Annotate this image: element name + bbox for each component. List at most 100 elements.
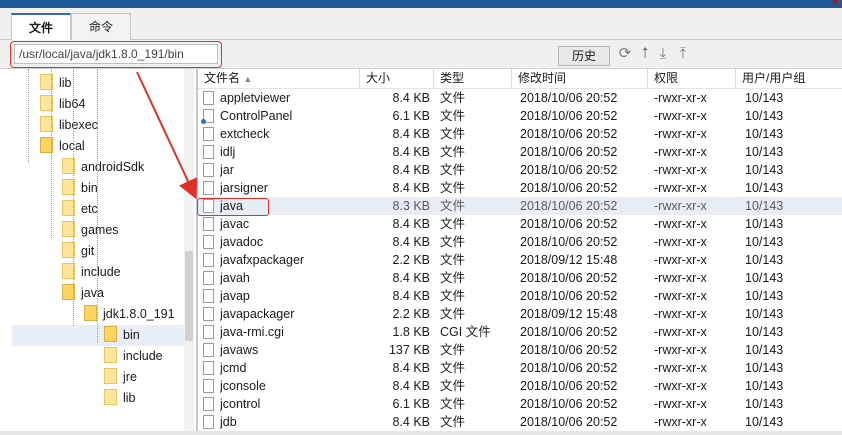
column-header-size[interactable]: 大小: [360, 69, 434, 88]
file-icon: [203, 379, 214, 393]
tree-item-include[interactable]: include: [62, 262, 121, 283]
file-row[interactable]: java 8.3 KB 文件 2018/10/06 20:52 -rwxr-xr-x 10…: [198, 197, 842, 215]
file-size: 1.8 KB: [392, 325, 430, 339]
file-row[interactable]: jarsigner 8.4 KB 文件 2018/10/06 20:52 -rwxr-x…: [198, 179, 842, 197]
file-list: 文件名 ▲ 大小 类型 修改时间 权限 用户/用户组 appletviewer 8…: [198, 69, 842, 431]
file-name: jcontrol: [220, 397, 261, 411]
column-header-type[interactable]: 类型: [434, 69, 512, 88]
file-mtime: 2018/10/06 20:52: [520, 415, 618, 429]
tree-item-bin[interactable]: bin: [62, 178, 98, 199]
file-mtime: 2018/10/06 20:52: [520, 91, 618, 105]
file-name: idlj: [220, 145, 236, 159]
file-type: 文件: [440, 181, 466, 195]
file-mtime: 2018/10/06 20:52: [520, 181, 618, 195]
file-row[interactable]: javah 8.4 KB 文件 2018/10/06 20:52 -rwxr-xr-x 1…: [198, 269, 842, 287]
file-owner: 10/143: [745, 235, 784, 249]
file-perm: -rwxr-xr-x: [654, 397, 707, 411]
file-name: extcheck: [220, 127, 270, 141]
tree-item-games[interactable]: games: [62, 220, 119, 241]
file-icon: [203, 253, 214, 267]
file-size: 8.4 KB: [392, 127, 430, 141]
tree-item-git[interactable]: git: [62, 241, 94, 262]
file-row[interactable]: javadoc 8.4 KB 文件 2018/10/06 20:52 -rwxr-xr-…: [198, 233, 842, 251]
file-name: java-rmi.cgi: [220, 325, 284, 339]
file-row[interactable]: jcmd 8.4 KB 文件 2018/10/06 20:52 -rwxr-xr-x 10…: [198, 359, 842, 377]
file-type: 文件: [440, 199, 466, 213]
tree-item-label: androidSdk: [81, 160, 145, 175]
file-perm: -rwxr-xr-x: [654, 181, 707, 195]
tab-bar: 文件 命令: [0, 8, 842, 41]
file-size: 2.2 KB: [392, 307, 430, 321]
file-size: 8.4 KB: [392, 271, 430, 285]
file-row[interactable]: javafxpackager 2.2 KB 文件 2018/09/12 15:48 -r…: [198, 251, 842, 269]
file-row[interactable]: jconsole 8.4 KB 文件 2018/10/06 20:52 -rwxr-xr…: [198, 377, 842, 395]
file-icon: [203, 217, 214, 231]
file-type: 文件: [440, 127, 466, 141]
column-header-mtime[interactable]: 修改时间: [512, 69, 648, 88]
file-size: 8.4 KB: [392, 163, 430, 177]
tree-scroll-thumb[interactable]: [185, 251, 193, 341]
tree-item-lib[interactable]: lib: [104, 388, 136, 409]
file-icon: [201, 109, 214, 124]
file-size: 8.4 KB: [392, 217, 430, 231]
file-type: 文件: [440, 253, 466, 267]
file-mtime: 2018/09/12 15:48: [520, 307, 618, 321]
file-name: javafxpackager: [220, 253, 305, 267]
tree-item-label: libexec: [59, 118, 98, 133]
column-header-perm[interactable]: 权限: [648, 69, 736, 88]
tree-item-label: jre: [123, 370, 137, 385]
tab-commands[interactable]: 命令: [71, 13, 131, 40]
tree-item-label: local: [59, 139, 85, 154]
tab-files[interactable]: 文件: [11, 13, 71, 41]
file-row[interactable]: ControlPanel 6.1 KB 文件 2018/10/06 20:52 -rwx…: [198, 107, 842, 125]
file-owner: 10/143: [745, 343, 784, 357]
file-perm: -rwxr-xr-x: [654, 289, 707, 303]
file-row[interactable]: javap 8.4 KB 文件 2018/10/06 20:52 -rwxr-xr-x 1…: [198, 287, 842, 305]
tree-item-local[interactable]: local: [40, 136, 85, 157]
file-owner: 10/143: [745, 91, 784, 105]
file-size: 8.4 KB: [392, 361, 430, 375]
tree-item-label: bin: [81, 181, 98, 196]
file-owner: 10/143: [745, 181, 784, 195]
file-row[interactable]: javaws 137 KB 文件 2018/10/06 20:52 -rwxr-xr-x…: [198, 341, 842, 359]
file-mtime: 2018/09/12 15:48: [520, 253, 618, 267]
file-perm: -rwxr-xr-x: [654, 415, 707, 429]
file-mtime: 2018/10/06 20:52: [520, 199, 618, 213]
column-header-name[interactable]: 文件名 ▲: [198, 69, 360, 88]
refresh-icon[interactable]: ⟳: [617, 44, 633, 64]
file-row[interactable]: jdb 8.4 KB 文件 2018/10/06 20:52 -rwxr-xr-x 10/…: [198, 413, 842, 431]
tree-item-libexec[interactable]: libexec: [40, 115, 98, 136]
file-row[interactable]: java-rmi.cgi 1.8 KB CGI 文件 2018/10/06 20:52…: [198, 323, 842, 341]
file-name: javadoc: [220, 235, 264, 249]
tree-item-label: bin: [123, 328, 140, 343]
file-row[interactable]: idlj 8.4 KB 文件 2018/10/06 20:52 -rwxr-xr-x 10…: [198, 143, 842, 161]
file-owner: 10/143: [745, 361, 784, 375]
file-row[interactable]: appletviewer 8.4 KB 文件 2018/10/06 20:52 -rwx…: [198, 89, 842, 107]
tree-item-lib[interactable]: lib: [40, 73, 72, 94]
file-mtime: 2018/10/06 20:52: [520, 217, 618, 231]
file-name: appletviewer: [220, 91, 291, 105]
tree-item-etc[interactable]: etc: [62, 199, 98, 220]
file-perm: -rwxr-xr-x: [654, 217, 707, 231]
column-header-owner[interactable]: 用户/用户组: [736, 69, 842, 88]
history-button[interactable]: 历史: [558, 46, 610, 66]
tree-item-androidsdk[interactable]: androidSdk: [62, 157, 144, 178]
upload-icon[interactable]: ⤒: [675, 44, 691, 64]
file-row[interactable]: javac 8.4 KB 文件 2018/10/06 20:52 -rwxr-xr-x 1…: [198, 215, 842, 233]
tree-item-label: games: [81, 223, 119, 238]
file-row[interactable]: jar 8.4 KB 文件 2018/10/06 20:52 -rwxr-xr-x 10/…: [198, 161, 842, 179]
tree-item-label: lib: [59, 76, 72, 91]
file-row[interactable]: javapackager 2.2 KB 文件 2018/09/12 15:48 -rwx…: [198, 305, 842, 323]
file-row[interactable]: jcontrol 6.1 KB 文件 2018/10/06 20:52 -rwxr-xr…: [198, 395, 842, 413]
file-row[interactable]: extcheck 8.4 KB 文件 2018/10/06 20:52 -rwxr-xr…: [198, 125, 842, 143]
tree-item-bin[interactable]: bin: [12, 325, 184, 346]
tree-item-lib64[interactable]: lib64: [40, 94, 85, 115]
download-icon[interactable]: ⤓: [655, 44, 671, 64]
path-annotation-box: [10, 41, 222, 68]
tree-item-jre[interactable]: jre: [104, 367, 137, 388]
up-icon[interactable]: ⭡: [637, 44, 653, 64]
tree-scrollbar[interactable]: [184, 69, 194, 431]
file-owner: 10/143: [745, 307, 784, 321]
tree-item-include[interactable]: include: [104, 346, 163, 367]
folder-icon: [104, 389, 117, 405]
